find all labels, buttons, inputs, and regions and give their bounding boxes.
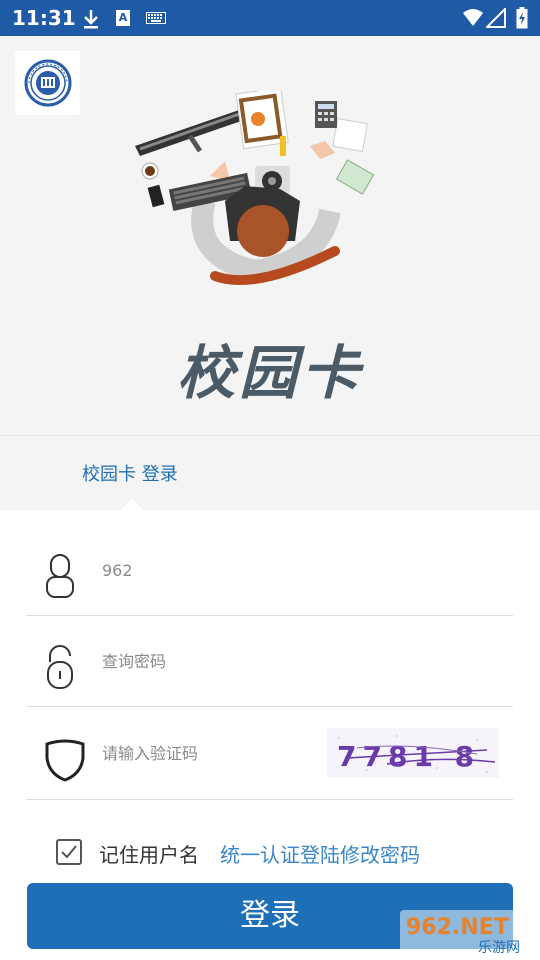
shield-icon [45, 739, 85, 782]
status-bar: 11:31 A [0, 0, 540, 36]
remember-checkbox[interactable] [56, 839, 82, 865]
university-seal-icon [24, 59, 72, 107]
app-title: 校园卡 [176, 339, 363, 407]
captcha-input[interactable] [102, 738, 322, 768]
wifi-icon [463, 9, 483, 26]
lock-icon [47, 645, 73, 689]
tab-campus-card-login[interactable]: 校园卡 登录 [82, 460, 178, 486]
desk-workspace-illustration [135, 91, 375, 286]
download-icon [84, 10, 98, 29]
remember-label[interactable]: 记住用户名 [99, 839, 199, 868]
password-input[interactable] [102, 646, 322, 676]
username-row [27, 525, 513, 616]
status-time: 11:31 [12, 6, 76, 30]
username-input[interactable] [102, 555, 322, 585]
login-tab-bar: 校园卡 登录 [0, 436, 540, 510]
signal-icon [486, 8, 506, 28]
battery-icon [516, 7, 528, 29]
change-password-link[interactable]: 统一认证登陆修改密码 [220, 839, 420, 868]
watermark-bottom: 乐游网 [478, 940, 520, 956]
header-banner: 校园卡 [0, 36, 540, 436]
watermark-top: 962.NET [406, 915, 509, 940]
keyboard-icon [146, 12, 166, 24]
captcha-text: 7781 8 [337, 740, 480, 773]
captcha-image[interactable]: 7781 8 [327, 728, 499, 778]
site-watermark: 962.NET 乐游网 [400, 910, 535, 956]
checkmark-icon [61, 845, 77, 859]
password-row [27, 616, 513, 707]
tab-indicator [121, 499, 143, 510]
a-icon: A [116, 10, 130, 26]
university-logo [15, 51, 80, 115]
captcha-row: 7781 8 [27, 708, 513, 800]
user-icon [46, 554, 74, 598]
remember-row: 记住用户名 统一认证登陆修改密码 [0, 830, 540, 874]
